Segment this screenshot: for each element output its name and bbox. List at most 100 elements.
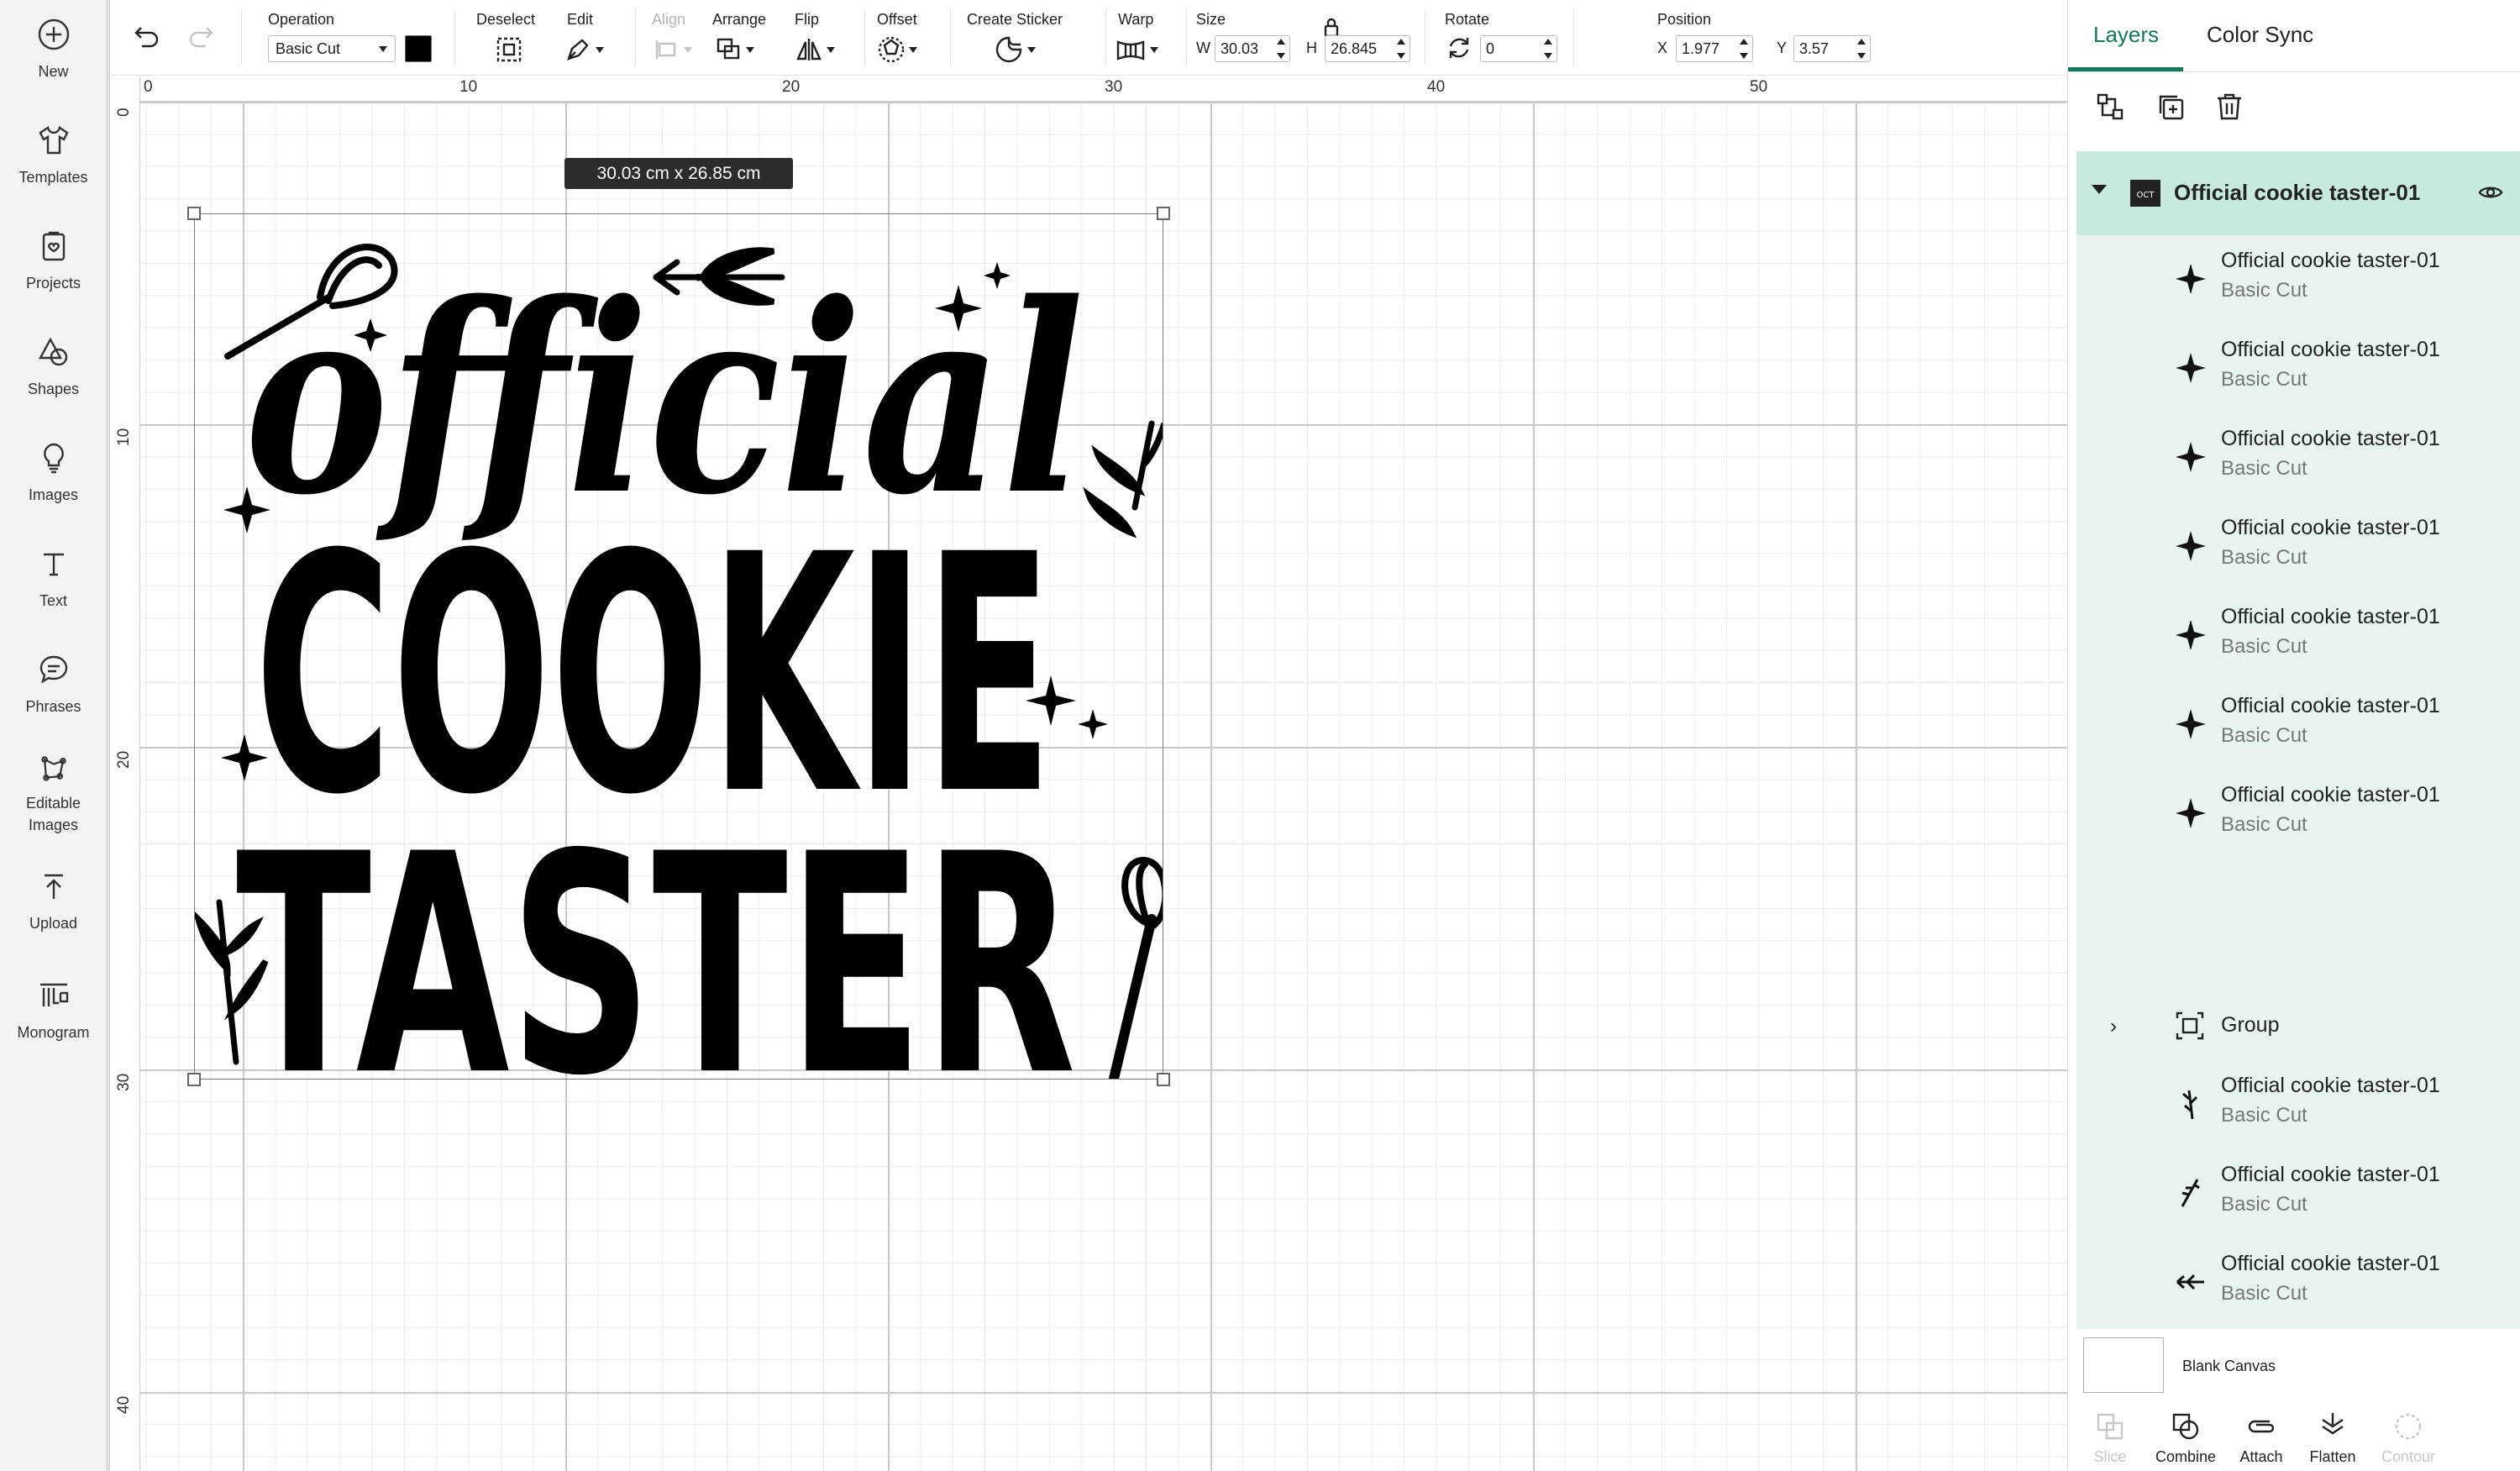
ruler-tick-label: 20 xyxy=(782,78,801,96)
shirt-icon xyxy=(38,126,69,155)
layer-row-group[interactable]: › Group xyxy=(2076,993,2520,1060)
toolbar-divider xyxy=(1186,10,1187,66)
x-position-stepper[interactable] xyxy=(1738,39,1750,59)
blank-canvas-swatch[interactable] xyxy=(2083,1337,2164,1393)
tab-layers[interactable]: Layers xyxy=(2093,22,2159,48)
deselect-group: Deselect xyxy=(476,0,543,76)
height-stepper[interactable] xyxy=(1395,39,1407,59)
sparkle-icon xyxy=(2176,353,2206,383)
x-position-input[interactable]: 1.977 xyxy=(1676,35,1753,62)
chevron-down-icon xyxy=(1150,46,1158,53)
blank-canvas-row[interactable]: Blank Canvas xyxy=(2068,1329,2520,1403)
rotate-icon xyxy=(1449,38,1469,58)
tab-color-sync[interactable]: Color Sync xyxy=(2207,22,2313,48)
arrange-icon xyxy=(717,38,740,60)
sidebar-item-upload[interactable]: Upload xyxy=(0,869,107,953)
operation-select[interactable]: Basic Cut xyxy=(268,35,396,62)
rotate-stepper[interactable] xyxy=(1542,39,1554,59)
sidebar-item-templates[interactable]: Templates xyxy=(0,123,107,207)
layer-name: Official cookie taster-01 xyxy=(2221,427,2440,450)
toolbar-divider xyxy=(454,10,455,66)
sidebar-item-new[interactable]: New xyxy=(0,17,107,101)
combine-button[interactable]: Combine xyxy=(2148,1410,2223,1466)
chevron-right-icon[interactable]: › xyxy=(2110,1015,2117,1038)
slice-button[interactable]: Slice xyxy=(2072,1410,2148,1466)
sidebar-item-text[interactable]: Text xyxy=(0,546,107,630)
create-sticker-button[interactable] xyxy=(994,34,1036,66)
ruler-tick-label: 20 xyxy=(115,750,133,769)
align-group: Align xyxy=(652,0,711,76)
layer-row[interactable]: Official cookie taster-01 Basic Cut xyxy=(2076,1238,2520,1323)
layer-row[interactable]: Official cookie taster-01 Basic Cut xyxy=(2076,235,2520,320)
layer-row[interactable]: Official cookie taster-01 Basic Cut xyxy=(2076,1149,2520,1234)
layer-row[interactable]: Official cookie taster-01 Basic Cut xyxy=(2076,324,2520,409)
layer-group-label: Group xyxy=(2221,1013,2280,1037)
resize-handle-bottom-right[interactable] xyxy=(1157,1073,1170,1086)
delete-button[interactable] xyxy=(2213,91,2246,123)
undo-button[interactable] xyxy=(129,20,162,52)
width-value: 30.03 xyxy=(1221,40,1259,57)
width-input[interactable]: 30.03 xyxy=(1215,35,1290,62)
warp-button[interactable] xyxy=(1115,34,1158,66)
redo-button[interactable] xyxy=(186,20,219,52)
group-layers-button[interactable] xyxy=(2093,91,2127,123)
layer-row[interactable]: Official cookie taster-01 Basic Cut xyxy=(2076,680,2520,765)
y-position-input[interactable]: 3.57 xyxy=(1793,35,1871,62)
operation-color-swatch[interactable] xyxy=(405,35,432,62)
resize-handle-top-right[interactable] xyxy=(1157,207,1170,220)
width-stepper[interactable] xyxy=(1275,39,1287,59)
flip-group: Flip xyxy=(795,0,862,76)
design-canvas[interactable]: 0 10 20 30 40 50 0 10 20 30 40 30.03 cm … xyxy=(110,76,2067,1471)
layer-group-header[interactable]: OCT Official cookie taster-01 xyxy=(2076,151,2520,235)
ruler-tick-label: 40 xyxy=(1427,78,1446,96)
group-icon xyxy=(2097,93,2124,120)
sidebar-item-projects[interactable]: Projects xyxy=(0,229,107,313)
arrange-label: Arrange xyxy=(712,11,767,28)
arrange-button[interactable] xyxy=(714,34,754,66)
eye-icon[interactable] xyxy=(2478,183,2503,202)
layer-group-title: Official cookie taster-01 xyxy=(2174,180,2421,205)
trash-icon xyxy=(2218,93,2241,120)
layer-name: Official cookie taster-01 xyxy=(2221,516,2440,539)
layer-row[interactable]: Official cookie taster-01 Basic Cut xyxy=(2076,502,2520,587)
deselect-button[interactable] xyxy=(495,34,523,66)
duplicate-button[interactable] xyxy=(2154,91,2187,123)
chevron-down-icon[interactable] xyxy=(2092,183,2107,198)
contour-icon xyxy=(2395,1413,2422,1440)
resize-handle-bottom-left[interactable] xyxy=(187,1073,201,1086)
layer-operation: Basic Cut xyxy=(2221,635,2307,658)
flip-button[interactable] xyxy=(795,34,835,66)
edit-group: Edit xyxy=(564,0,622,76)
sparkle-icon xyxy=(2176,442,2206,472)
resize-handle-top-left[interactable] xyxy=(187,207,201,220)
y-axis-label: Y xyxy=(1777,39,1788,56)
paperclip-icon xyxy=(2248,1420,2275,1433)
align-button[interactable] xyxy=(652,34,692,66)
layer-row[interactable]: Official cookie taster-01 Basic Cut xyxy=(2076,413,2520,498)
chevron-down-icon xyxy=(1027,46,1036,53)
sidebar-item-images[interactable]: Images xyxy=(0,440,107,524)
chevron-down-icon xyxy=(909,46,917,53)
edit-button[interactable] xyxy=(564,34,604,66)
contour-button[interactable]: Contour xyxy=(2370,1410,2446,1466)
attach-button[interactable]: Attach xyxy=(2223,1410,2299,1466)
sidebar-item-shapes[interactable]: Shapes xyxy=(0,334,107,418)
layer-row[interactable]: Official cookie taster-01 Basic Cut xyxy=(2076,770,2520,854)
sidebar-item-phrases[interactable]: Phrases xyxy=(0,652,107,736)
attach-label: Attach xyxy=(2239,1448,2283,1465)
upload-icon xyxy=(44,874,63,899)
ruler-tick-label: 30 xyxy=(1105,78,1123,96)
y-position-stepper[interactable] xyxy=(1856,39,1867,59)
toolbar-divider xyxy=(1105,10,1106,66)
offset-button[interactable] xyxy=(877,34,917,66)
sidebar-item-monogram[interactable]: Monogram xyxy=(0,978,107,1062)
sidebar-item-editable-images[interactable]: Editable Images xyxy=(0,752,107,836)
ruler-tick-label: 40 xyxy=(115,1395,133,1414)
layer-row[interactable]: Official cookie taster-01 Basic Cut xyxy=(2076,1060,2520,1145)
layer-row[interactable]: Official cookie taster-01 Basic Cut xyxy=(2076,591,2520,676)
flatten-button[interactable]: Flatten xyxy=(2295,1410,2370,1466)
rotate-input[interactable]: 0 xyxy=(1480,35,1557,62)
height-input[interactable]: 26.845 xyxy=(1325,35,1410,62)
rotate-button[interactable] xyxy=(1445,32,1473,64)
ruler-tick-label: 10 xyxy=(459,78,478,96)
